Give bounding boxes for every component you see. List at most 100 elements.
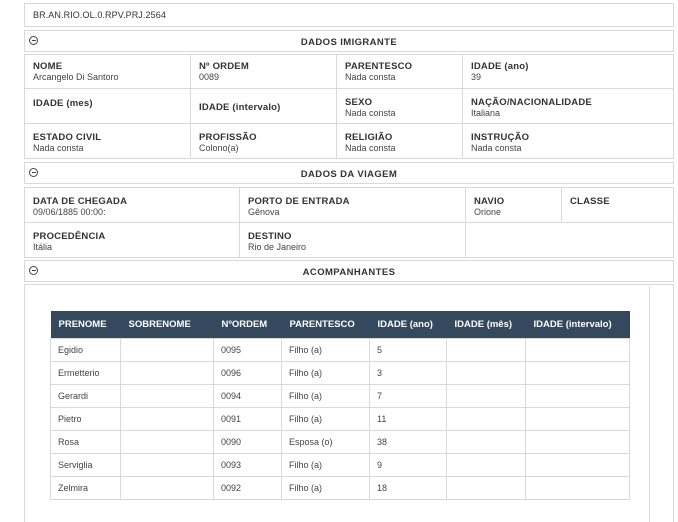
table-cell: Filho (a) [281, 338, 370, 362]
table-cell [120, 407, 214, 431]
field-nacao: NAÇÃO/NACIONALIDADE Italiana [462, 88, 674, 124]
table-cell: 3 [369, 361, 447, 385]
field-ordem: Nº ORDEM 0089 [190, 54, 337, 89]
table-cell [120, 453, 214, 477]
section-title: DADOS DA VIAGEM [300, 169, 398, 180]
field-estado-civil: ESTADO CIVIL Nada consta [24, 123, 191, 159]
field-nome: NOME Arcangelo Di Santoro [24, 54, 191, 89]
field-value: Arcangelo Di Santoro [33, 72, 119, 82]
field-religiao: RELIGIÃO Nada consta [336, 123, 463, 159]
table-cell [446, 384, 526, 408]
field-label: PORTO DE ENTRADA [248, 196, 350, 207]
field-label: NAVIO [474, 196, 505, 207]
table-cell [446, 430, 526, 454]
field-idade-mes: IDADE (mes) [24, 88, 191, 124]
field-value: Rio de Janeiro [248, 242, 307, 252]
field-idade-ano: IDADE (ano) 39 [462, 54, 674, 89]
section-header-dados-viagem[interactable]: DADOS DA VIAGEM [24, 162, 674, 184]
field-value: Nada consta [345, 108, 396, 118]
field-label: IDADE (mes) [33, 98, 93, 109]
table-cell: 7 [369, 384, 447, 408]
field-label: Nº ORDEM [199, 61, 249, 72]
table-cell: Filho (a) [281, 384, 370, 408]
field-label: CLASSE [570, 196, 610, 207]
field-idade-intervalo: IDADE (intervalo) [190, 88, 337, 124]
field-value: Nada consta [345, 72, 396, 82]
field-destino: DESTINO Rio de Janeiro [239, 222, 466, 258]
section-title: ACOMPANHANTES [302, 267, 396, 278]
table-cell: Rosa [50, 430, 121, 454]
table-cell: Gerardi [50, 384, 121, 408]
section-header-dados-imigrante[interactable]: DADOS IMIGRANTE [24, 30, 674, 52]
table-cell: Zelmira [50, 476, 121, 500]
table-cell [525, 384, 630, 408]
table-cell [446, 361, 526, 385]
field-label: RELIGIÃO [345, 132, 393, 143]
field-porto-entrada: PORTO DE ENTRADA Gênova [239, 187, 466, 223]
field-value: Orione [474, 207, 502, 217]
section-header-acompanhantes[interactable]: ACOMPANHANTES [24, 260, 674, 282]
table-cell: 18 [369, 476, 447, 500]
field-empty [465, 222, 674, 258]
field-profissao: PROFISSÃO Colono(a) [190, 123, 337, 159]
table-row: Rosa 0090 Esposa (o) 38 [50, 430, 630, 454]
table-cell [120, 430, 214, 454]
table-cell [120, 476, 214, 500]
table-cell: 9 [369, 453, 447, 477]
field-label: PROFISSÃO [199, 132, 257, 143]
table-cell [525, 430, 630, 454]
table-cell [446, 476, 526, 500]
field-label: INSTRUÇÃO [471, 132, 530, 143]
table-cell: 0095 [213, 338, 282, 362]
field-label: PROCEDÊNCIA [33, 231, 106, 242]
table-cell [525, 361, 630, 385]
table-cell: 0092 [213, 476, 282, 500]
field-value: 0089 [199, 72, 220, 82]
table-row: Serviglia 0093 Filho (a) 9 [50, 453, 630, 477]
table-cell: 0090 [213, 430, 282, 454]
column-header: PRENOME [50, 311, 121, 339]
table-cell: 0094 [213, 384, 282, 408]
table-cell: 0096 [213, 361, 282, 385]
table-cell: Esposa (o) [281, 430, 370, 454]
field-classe: CLASSE [561, 187, 674, 223]
field-value: Gênova [248, 207, 280, 217]
field-value: 39 [471, 72, 482, 82]
table-header-row: PRENOME SOBRENOME NºORDEM PARENTESCO IDA… [50, 311, 630, 339]
field-label: NOME [33, 61, 63, 72]
table-cell [120, 338, 214, 362]
table-cell [446, 407, 526, 431]
field-label: SEXO [345, 97, 373, 108]
field-label: IDADE (ano) [471, 61, 529, 72]
field-value: Nada consta [33, 143, 84, 153]
table-cell: 5 [369, 338, 447, 362]
field-data-chegada: DATA DE CHEGADA 09/06/1885 00:00: [24, 187, 240, 223]
table-cell [446, 338, 526, 362]
table-cell: 11 [369, 407, 447, 431]
field-procedencia: PROCEDÊNCIA Itália [24, 222, 240, 258]
section-title: DADOS IMIGRANTE [300, 37, 398, 48]
table-cell: Filho (a) [281, 453, 370, 477]
table-cell: Ermetterio [50, 361, 121, 385]
table-row: Gerardi 0094 Filho (a) 7 [50, 384, 630, 408]
reference-bar: BR.AN.RIO.OL.0.RPV.PRJ.2564 [24, 3, 674, 27]
table-cell [120, 384, 214, 408]
table-cell: Serviglia [50, 453, 121, 477]
field-label: DATA DE CHEGADA [33, 196, 128, 207]
table-row: Egidio 0095 Filho (a) 5 [50, 338, 630, 362]
field-value: Nada consta [471, 143, 522, 153]
field-label: NAÇÃO/NACIONALIDADE [471, 97, 592, 108]
reference-code: BR.AN.RIO.OL.0.RPV.PRJ.2564 [33, 10, 166, 20]
field-value: 09/06/1885 00:00: [33, 207, 106, 217]
table-cell [525, 407, 630, 431]
field-value: Italiana [471, 108, 501, 118]
column-header: NºORDEM [213, 311, 282, 339]
field-label: IDADE (intervalo) [199, 102, 281, 113]
table-cell: Filho (a) [281, 476, 370, 500]
table-cell [446, 453, 526, 477]
table-cell [525, 476, 630, 500]
table-cell: Filho (a) [281, 361, 370, 385]
table-cell: Pietro [50, 407, 121, 431]
field-label: ESTADO CIVIL [33, 132, 102, 143]
table-row: Ermetterio 0096 Filho (a) 3 [50, 361, 630, 385]
